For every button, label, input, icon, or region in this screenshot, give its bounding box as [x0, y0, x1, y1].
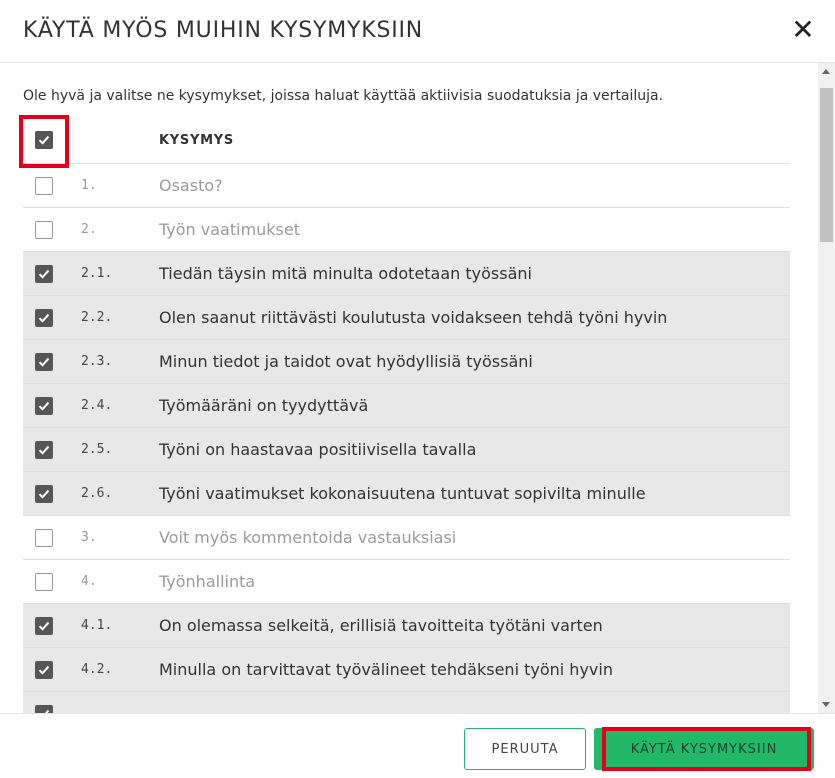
- row-checkbox[interactable]: [35, 397, 53, 415]
- dialog-header: KÄYTÄ MYÖS MUIHIN KYSYMYKSIIN ✕: [0, 0, 835, 63]
- question-text: Minun tiedot ja taidot ovat hyödyllisiä …: [159, 352, 533, 371]
- row-checkbox[interactable]: [35, 529, 53, 547]
- row-checkbox[interactable]: [35, 485, 53, 503]
- scroll-down-icon[interactable]: [822, 702, 830, 707]
- checkmark-icon: [38, 269, 50, 279]
- checkmark-icon: [38, 313, 50, 323]
- table-header-row: KYSYMYS: [23, 118, 790, 164]
- table-row[interactable]: 4. Työnhallinta: [23, 560, 790, 604]
- question-number: 2.6.: [81, 486, 113, 501]
- question-text: Voit myös kommentoida vastauksiasi: [159, 528, 457, 547]
- checkmark-icon: [38, 401, 50, 411]
- checkmark-icon: [38, 135, 50, 145]
- question-text: Työnhallinta: [159, 572, 256, 591]
- column-header-question: KYSYMYS: [159, 133, 234, 148]
- table-row[interactable]: 2.1. Tiedän täysin mitä minulta odotetaan…: [23, 252, 790, 296]
- question-number: 2.4.: [81, 398, 113, 413]
- question-text: Olen saanut riittävästi koulutusta voida…: [159, 308, 668, 327]
- select-all-checkbox[interactable]: [35, 131, 53, 149]
- row-checkbox[interactable]: [35, 705, 53, 713]
- apply-button[interactable]: KÄYTÄ KYSYMYKSIIN: [594, 728, 814, 770]
- row-checkbox[interactable]: [35, 573, 53, 591]
- question-number: 1.: [81, 178, 97, 193]
- question-number: 2.3.: [81, 354, 113, 369]
- dialog-body[interactable]: Ole hyvä ja valitse ne kysymykset, joiss…: [0, 63, 835, 713]
- row-checkbox[interactable]: [35, 309, 53, 327]
- table-row[interactable]: [23, 692, 790, 713]
- question-text: Minulla on tarvittavat työvälineet tehdä…: [159, 660, 613, 679]
- question-number: 4.: [81, 574, 97, 589]
- question-number: 2.1.: [81, 266, 113, 281]
- question-text: Työni vaatimukset kokonaisuutena tuntuva…: [159, 484, 646, 503]
- question-text: Työmääräni on tyydyttävä: [159, 396, 369, 415]
- dialog-footer: PERUUTA KÄYTÄ KYSYMYKSIIN: [0, 713, 835, 778]
- checkmark-icon: [38, 665, 50, 675]
- table-row[interactable]: 3. Voit myös kommentoida vastauksiasi: [23, 516, 790, 560]
- row-checkbox[interactable]: [35, 221, 53, 239]
- row-checkbox[interactable]: [35, 661, 53, 679]
- dialog-title: KÄYTÄ MYÖS MUIHIN KYSYMYKSIIN: [23, 18, 424, 43]
- table-row[interactable]: 2.4. Työmääräni on tyydyttävä: [23, 384, 790, 428]
- row-checkbox[interactable]: [35, 353, 53, 371]
- close-icon[interactable]: ✕: [789, 14, 817, 46]
- checkmark-icon: [38, 357, 50, 367]
- question-number: 4.2.: [81, 662, 113, 677]
- table-row[interactable]: 4.1. On olemassa selkeitä, erillisiä tavo…: [23, 604, 790, 648]
- question-text: Työni on haastavaa positiivisella tavall…: [159, 440, 477, 459]
- table-row[interactable]: 2.5. Työni on haastavaa positiivisella ta…: [23, 428, 790, 472]
- scroll-up-icon[interactable]: [822, 69, 830, 74]
- row-checkbox[interactable]: [35, 177, 53, 195]
- checkmark-icon: [38, 445, 50, 455]
- intro-text: Ole hyvä ja valitse ne kysymykset, joiss…: [23, 88, 664, 104]
- vertical-scrollbar[interactable]: [818, 63, 835, 713]
- question-text: Työn vaatimukset: [159, 220, 301, 239]
- question-table: KYSYMYS 1. Osasto? 2. Työn vaatimukset 2.1. T…: [23, 118, 790, 713]
- question-number: 2.2.: [81, 310, 113, 325]
- question-text: On olemassa selkeitä, erillisiä tavoitte…: [159, 616, 603, 635]
- checkmark-icon: [38, 489, 50, 499]
- question-number: 4.1.: [81, 618, 113, 633]
- scrollbar-thumb[interactable]: [820, 88, 833, 242]
- cancel-button[interactable]: PERUUTA: [464, 728, 586, 770]
- table-row[interactable]: 2. Työn vaatimukset: [23, 208, 790, 252]
- table-row[interactable]: 2.6. Työni vaatimukset kokonaisuutena tun…: [23, 472, 790, 516]
- question-text: Tiedän täysin mitä minulta odotetaan työ…: [159, 264, 532, 283]
- row-checkbox[interactable]: [35, 265, 53, 283]
- question-text: Osasto?: [159, 176, 223, 195]
- question-number: 2.: [81, 222, 97, 237]
- row-checkbox[interactable]: [35, 441, 53, 459]
- table-row[interactable]: 1. Osasto?: [23, 164, 790, 208]
- row-checkbox[interactable]: [35, 617, 53, 635]
- checkmark-icon: [38, 621, 50, 631]
- table-row[interactable]: 4.2. Minulla on tarvittavat työvälineet t…: [23, 648, 790, 692]
- question-number: 2.5.: [81, 442, 113, 457]
- question-number: 3.: [81, 530, 97, 545]
- table-row[interactable]: 2.3. Minun tiedot ja taidot ovat hyödylli…: [23, 340, 790, 384]
- table-row[interactable]: 2.2. Olen saanut riittävästi koulutusta v…: [23, 296, 790, 340]
